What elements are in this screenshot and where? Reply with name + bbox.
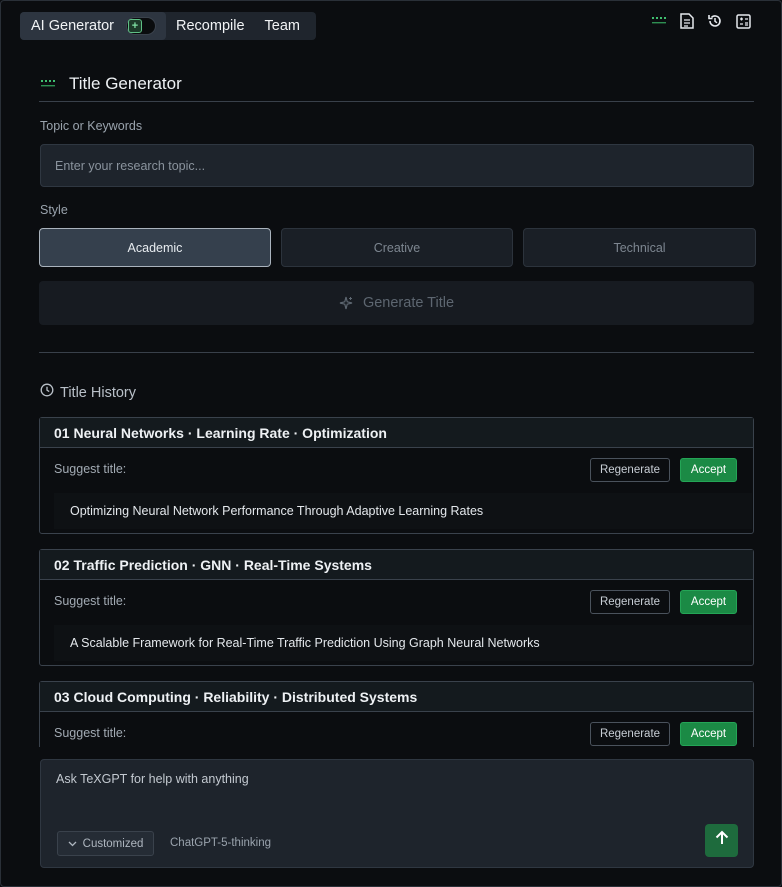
mode-dropdown[interactable]: Customized <box>57 831 154 856</box>
history-card: 01 Neural Networks · Learning Rate · Opt… <box>39 417 754 534</box>
generate-title-button[interactable]: Generate Title <box>39 281 754 325</box>
suggest-label: Suggest title: <box>54 594 127 608</box>
tab-recompile[interactable]: Recompile <box>166 12 255 40</box>
style-technical-button[interactable]: Technical <box>523 228 756 267</box>
accept-button[interactable]: Accept <box>680 458 737 482</box>
plus-icon: + <box>128 19 143 33</box>
chevron-down-icon <box>68 838 77 850</box>
tab-team[interactable]: Team <box>255 12 310 40</box>
accept-button[interactable]: Accept <box>680 722 737 746</box>
tab-label: AI Generator <box>31 18 115 34</box>
card-heading: 01 Neural Networks · Learning Rate · Opt… <box>40 418 753 448</box>
tab-ai-generator[interactable]: AI Generator + <box>20 12 167 40</box>
card-action-row: Suggest title: Regenerate Accept <box>40 712 753 747</box>
tab-label: Recompile <box>176 18 245 34</box>
style-academic-button[interactable]: Academic <box>39 228 271 267</box>
topic-label: Topic or Keywords <box>40 119 143 133</box>
regenerate-button[interactable]: Regenerate <box>590 722 670 746</box>
card-action-row: Suggest title: Regenerate Accept <box>40 448 753 493</box>
app-window: AI Generator + Recompile Team Title Gene… <box>0 0 782 887</box>
history-icon[interactable] <box>707 13 723 29</box>
dots-icon[interactable] <box>651 13 667 29</box>
mode-label: Customized <box>82 837 144 850</box>
suggested-title: A Scalable Framework for Real-Time Traff… <box>54 625 752 661</box>
divider <box>39 352 754 353</box>
chat-box: Customized ChatGPT-5-thinking <box>40 759 754 868</box>
card-heading: 02 Traffic Prediction · GNN · Real-Time … <box>40 550 753 580</box>
panel-header: Title Generator <box>39 66 754 102</box>
send-button[interactable] <box>705 824 738 857</box>
clock-icon <box>40 383 54 402</box>
history-title: Title History <box>60 384 136 401</box>
regenerate-button[interactable]: Regenerate <box>590 458 670 482</box>
model-label: ChatGPT-5-thinking <box>170 837 271 849</box>
dots-icon <box>41 75 55 93</box>
suggest-label: Suggest title: <box>54 462 127 476</box>
style-creative-button[interactable]: Creative <box>281 228 513 267</box>
style-label: Style <box>40 203 68 217</box>
card-action-row: Suggest title: Regenerate Accept <box>40 580 753 625</box>
document-icon[interactable] <box>679 13 695 29</box>
generate-label: Generate Title <box>362 295 455 311</box>
toolbar-icons <box>651 13 751 29</box>
regenerate-button[interactable]: Regenerate <box>590 590 670 614</box>
history-card: 02 Traffic Prediction · GNN · Real-Time … <box>39 549 754 666</box>
suggested-title: Optimizing Neural Network Performance Th… <box>54 493 752 529</box>
style-selector: Academic Creative Technical <box>39 228 756 267</box>
accept-button[interactable]: Accept <box>680 590 737 614</box>
calculator-icon[interactable] <box>735 13 751 29</box>
tab-label: Team <box>264 18 300 34</box>
top-tab-bar: AI Generator + Recompile Team <box>20 12 316 40</box>
card-heading: 03 Cloud Computing · Reliability · Distr… <box>40 682 753 712</box>
ai-toggle[interactable]: + <box>126 17 157 35</box>
chat-input[interactable] <box>56 772 656 786</box>
suggest-label: Suggest title: <box>54 726 127 740</box>
sparkle-icon <box>339 296 353 310</box>
topic-input[interactable] <box>40 144 754 187</box>
history-list[interactable]: 01 Neural Networks · Learning Rate · Opt… <box>39 417 755 747</box>
history-card: 03 Cloud Computing · Reliability · Distr… <box>39 681 754 747</box>
history-header: Title History <box>40 383 136 402</box>
panel-title: Title Generator <box>69 73 182 93</box>
arrow-up-icon <box>714 830 730 851</box>
